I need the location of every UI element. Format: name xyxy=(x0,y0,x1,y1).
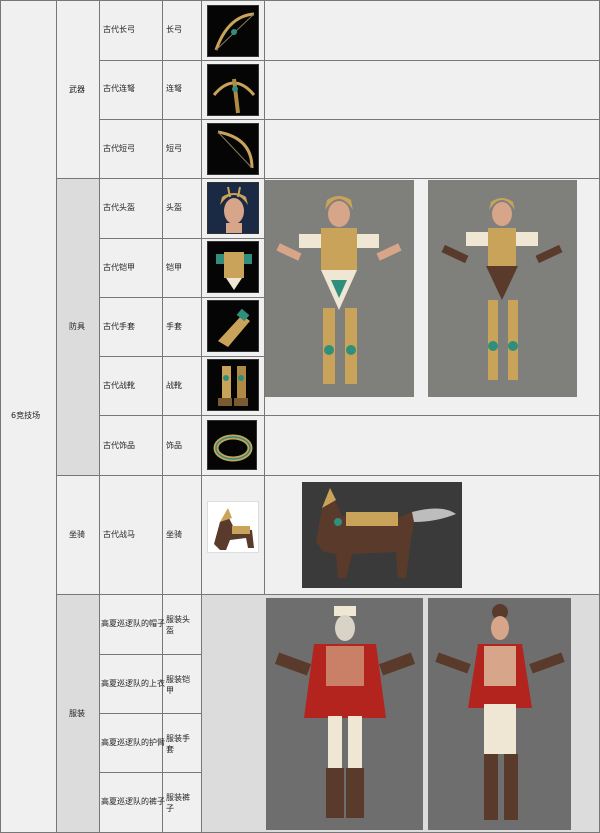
armor-render-female xyxy=(428,180,577,397)
item-name: 古代手套 xyxy=(103,322,135,331)
costume-render-female xyxy=(428,598,571,830)
item-name: 高夏巡逻队的护臂 xyxy=(101,738,165,747)
item-name: 高夏巡逻队的上衣 xyxy=(101,679,165,688)
shortbow-icon xyxy=(207,123,259,175)
section-label: 6竞技场 xyxy=(11,411,41,420)
item-name: 高夏巡逻队的帽子 xyxy=(101,619,165,628)
item-type: 服装铠甲 xyxy=(166,675,190,695)
longbow-icon xyxy=(207,5,259,57)
helmet-icon xyxy=(207,182,259,234)
item-type: 战靴 xyxy=(166,381,182,390)
costume-render-male xyxy=(266,598,423,830)
item-name: 高夏巡逻队的裤子 xyxy=(101,797,165,806)
item-type: 连弩 xyxy=(166,84,182,93)
item-type: 饰品 xyxy=(166,441,182,450)
armor-render-front xyxy=(265,180,414,397)
item-type: 服装裤子 xyxy=(166,793,190,813)
item-name: 古代头盔 xyxy=(103,203,135,212)
group-label-mount: 坐骑 xyxy=(69,530,85,539)
item-type: 服装头盔 xyxy=(166,615,190,635)
item-name: 古代战靴 xyxy=(103,381,135,390)
item-type: 头盔 xyxy=(166,203,182,212)
item-name: 古代长弓 xyxy=(103,25,135,34)
glove-icon xyxy=(207,300,259,352)
item-type: 手套 xyxy=(166,322,182,331)
group-label-costume: 服装 xyxy=(69,709,85,718)
group-label-weapons: 武器 xyxy=(69,85,85,94)
item-type: 长弓 xyxy=(166,25,182,34)
item-name: 古代战马 xyxy=(103,530,135,539)
crossbow-icon xyxy=(207,64,259,116)
item-name: 古代铠甲 xyxy=(103,263,135,272)
boots-icon xyxy=(207,359,259,411)
item-name: 古代连弩 xyxy=(103,84,135,93)
item-name: 古代饰品 xyxy=(103,441,135,450)
item-type: 短弓 xyxy=(166,144,182,153)
armor-icon xyxy=(207,241,259,293)
item-type: 坐骑 xyxy=(166,530,182,539)
item-type: 服装手套 xyxy=(166,734,190,754)
warhorse-render xyxy=(302,482,462,588)
warhorse-icon xyxy=(207,501,259,553)
group-label-armor: 防具 xyxy=(69,322,85,331)
item-type: 铠甲 xyxy=(166,263,182,272)
ring-icon xyxy=(207,420,257,470)
item-name: 古代短弓 xyxy=(103,144,135,153)
